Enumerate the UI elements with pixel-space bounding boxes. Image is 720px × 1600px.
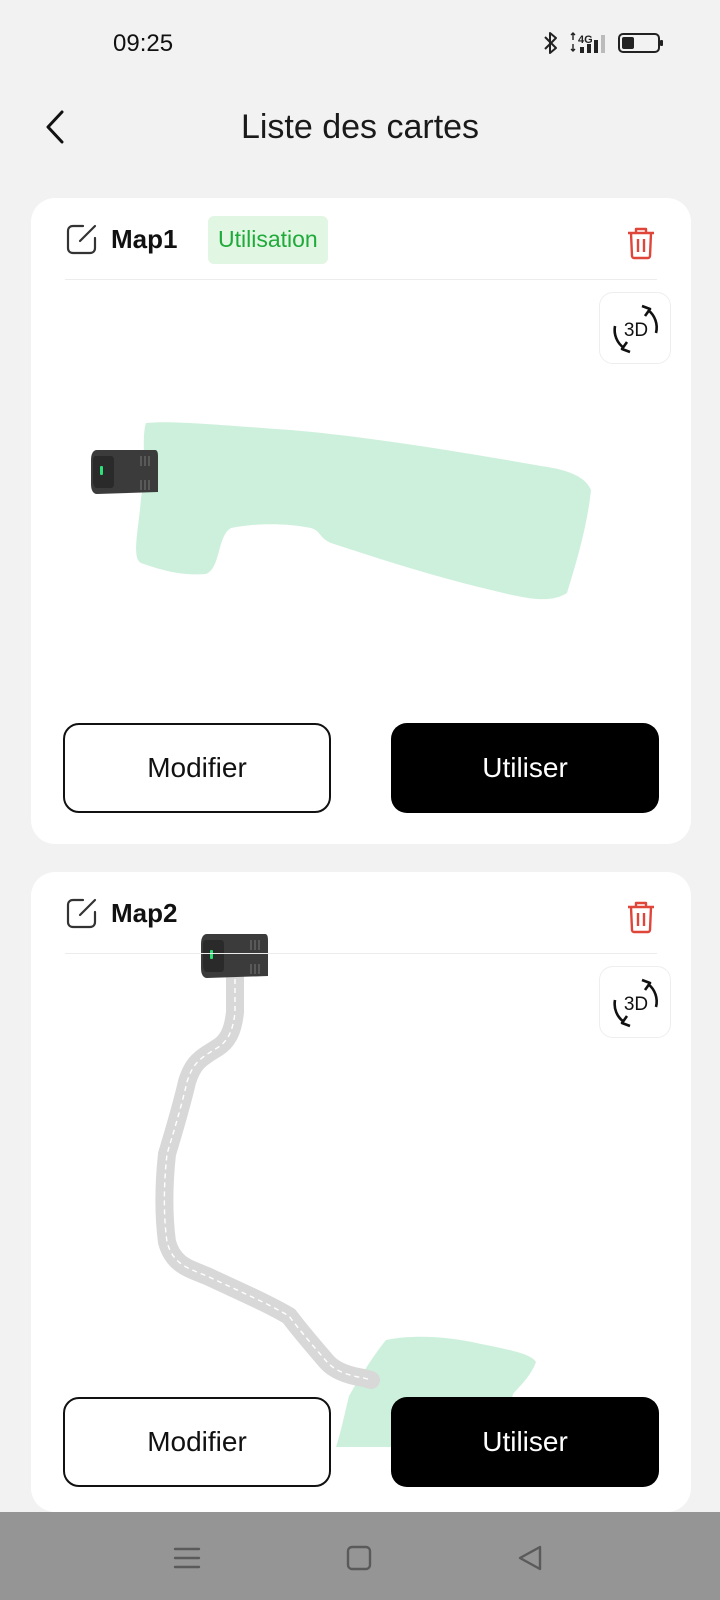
lawn-area-map1 bbox=[136, 422, 591, 600]
use-button[interactable]: Utiliser bbox=[391, 723, 659, 813]
back-triangle-icon[interactable] bbox=[510, 1538, 550, 1578]
map-card-header: Map1 Utilisation bbox=[65, 198, 657, 280]
rotate-3d-icon: 3D bbox=[613, 304, 658, 354]
modify-button[interactable]: Modifier bbox=[63, 723, 331, 813]
rotate-3d-icon: 3D bbox=[613, 978, 658, 1028]
home-square-icon[interactable] bbox=[339, 1538, 379, 1578]
use-button[interactable]: Utiliser bbox=[391, 1397, 659, 1487]
map-name: Map2 bbox=[111, 898, 178, 928]
travel-path-map2 bbox=[155, 943, 380, 1389]
status-badge: Utilisation bbox=[208, 216, 328, 264]
delete-icon[interactable] bbox=[625, 226, 657, 260]
menu-icon[interactable] bbox=[167, 1538, 207, 1578]
bluetooth-icon bbox=[544, 32, 557, 54]
delete-icon[interactable] bbox=[625, 900, 657, 934]
page-title: Liste des cartes bbox=[240, 108, 480, 146]
battery-icon bbox=[618, 33, 663, 53]
view-3d-button[interactable]: 3D bbox=[599, 292, 671, 364]
modify-button[interactable]: Modifier bbox=[63, 1397, 331, 1487]
status-time: 09:25 bbox=[113, 30, 174, 57]
charging-station-icon-map1 bbox=[91, 450, 158, 494]
edit-icon[interactable] bbox=[65, 896, 99, 930]
network-4g-icon: 4G bbox=[570, 32, 605, 53]
status-bar: 09:25 4G bbox=[0, 0, 720, 90]
header: Liste des cartes bbox=[0, 90, 720, 166]
system-nav-bar bbox=[0, 1512, 720, 1600]
map-card-map1: Map1 Utilisation 3D Modifier Utiliser bbox=[31, 198, 691, 844]
map-name: Map1 bbox=[111, 224, 178, 254]
map-card-header: Map2 bbox=[65, 872, 657, 954]
view-3d-button[interactable]: 3D bbox=[599, 966, 671, 1038]
status-icons: 4G bbox=[542, 30, 664, 56]
edit-icon[interactable] bbox=[65, 222, 99, 256]
view-3d-label: 3D bbox=[624, 320, 648, 341]
map-card-map2: Map2 3D Modifier Utiliser bbox=[31, 872, 691, 1512]
view-3d-label: 3D bbox=[624, 994, 648, 1015]
